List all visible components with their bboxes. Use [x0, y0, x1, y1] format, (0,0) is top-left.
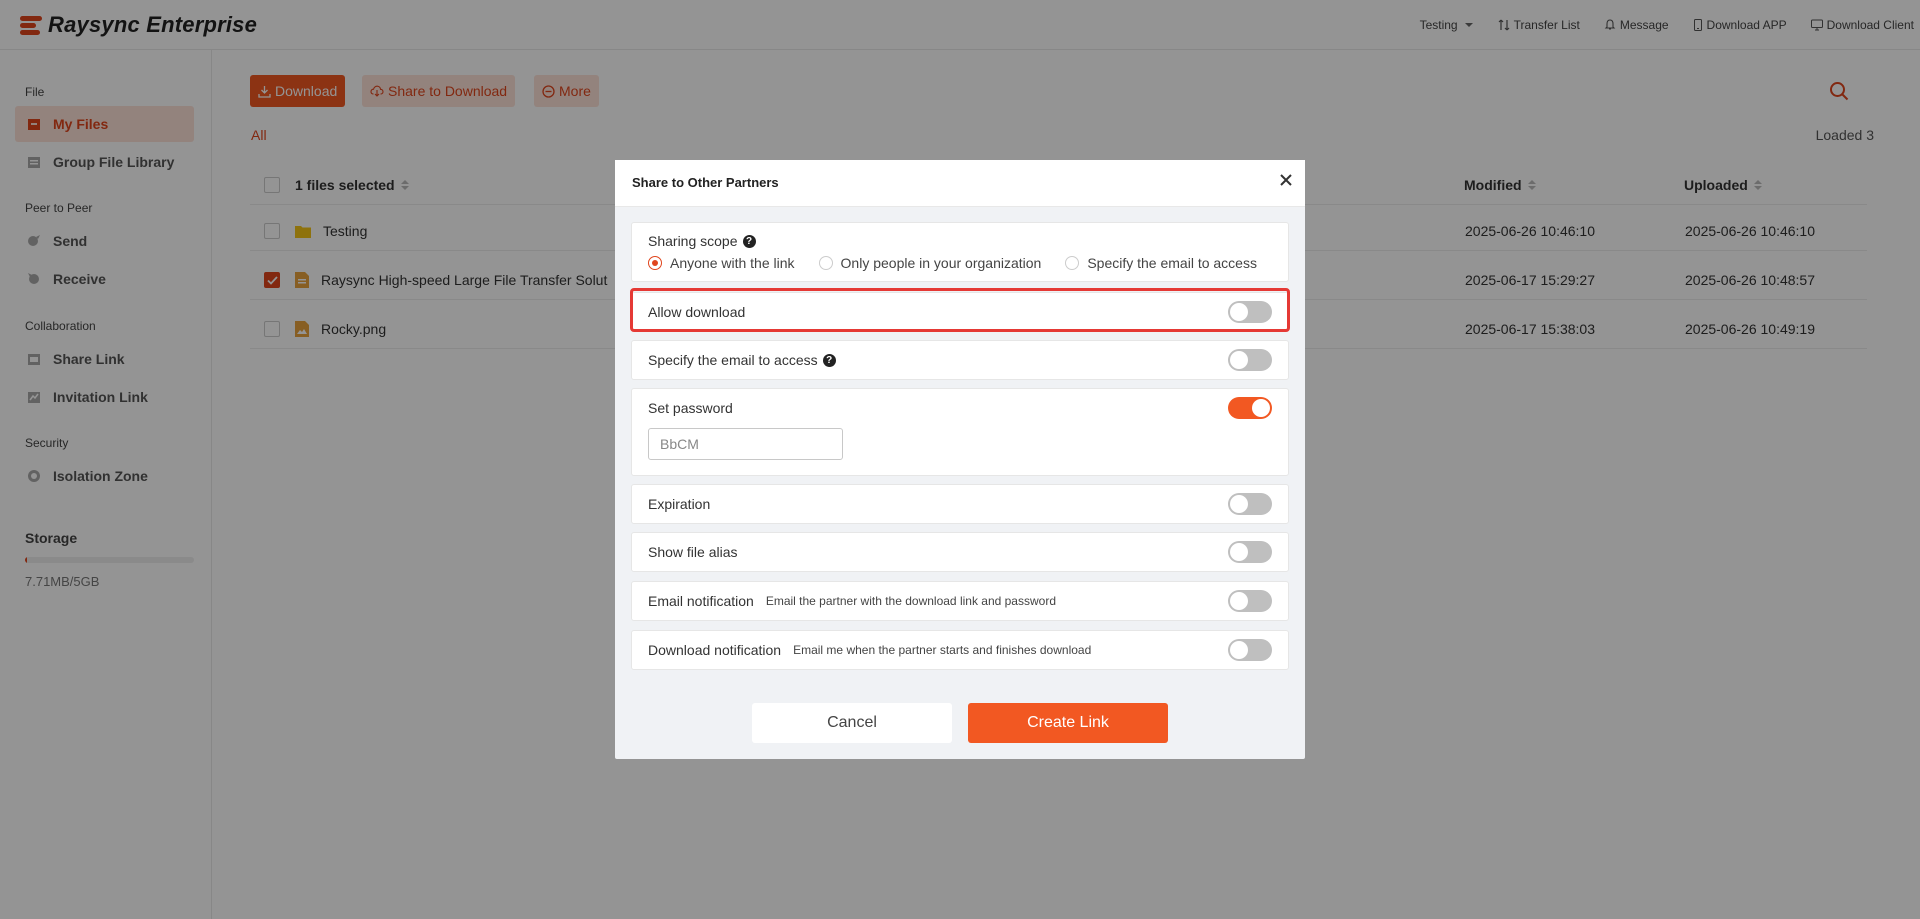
password-input[interactable]	[648, 428, 843, 460]
email-notification-desc: Email the partner with the download link…	[765, 594, 1056, 608]
sharing-scope-text: Sharing scope	[648, 233, 738, 249]
download-notification-toggle[interactable]	[1228, 639, 1272, 661]
specify-email-label: Specify the email to access ?	[648, 352, 836, 368]
help-icon[interactable]: ?	[742, 234, 756, 248]
sharing-scope-options: Anyone with the link Only people in your…	[648, 255, 1281, 271]
expiration-label: Expiration	[648, 496, 711, 512]
download-notification-label: Download notification Email me when the …	[648, 642, 1091, 658]
sharing-scope-label: Sharing scope ?	[648, 233, 756, 249]
radio-label: Only people in your organization	[840, 255, 1042, 271]
show-alias-label: Show file alias	[648, 544, 738, 560]
expiration-toggle[interactable]	[1228, 493, 1272, 515]
set-password-row: Set password	[631, 388, 1289, 476]
expiration-row: Expiration	[631, 484, 1289, 524]
dialog-header: Share to Other Partners	[615, 160, 1305, 207]
close-button[interactable]	[1279, 173, 1293, 192]
set-password-toggle[interactable]	[1228, 397, 1272, 419]
help-icon[interactable]: ?	[822, 353, 836, 367]
email-notification-label: Email notification Email the partner wit…	[648, 593, 1056, 609]
email-notification-toggle[interactable]	[1228, 590, 1272, 612]
close-icon	[1280, 174, 1292, 186]
download-notification-text: Download notification	[648, 642, 782, 658]
radio-specify-email[interactable]: Specify the email to access	[1065, 255, 1257, 271]
radio-anyone-with-link[interactable]: Anyone with the link	[648, 255, 795, 271]
radio-label: Anyone with the link	[670, 255, 795, 271]
specify-email-toggle[interactable]	[1228, 349, 1272, 371]
highlight-box	[630, 288, 1290, 332]
download-notification-row: Download notification Email me when the …	[631, 630, 1289, 670]
radio-organization-only[interactable]: Only people in your organization	[818, 255, 1042, 271]
set-password-label: Set password	[648, 400, 733, 416]
create-link-button[interactable]: Create Link	[968, 703, 1168, 743]
radio-label: Specify the email to access	[1087, 255, 1257, 271]
specify-email-row: Specify the email to access ?	[631, 340, 1289, 380]
show-alias-row: Show file alias	[631, 532, 1289, 572]
share-dialog: Share to Other Partners Sharing scope ? …	[615, 160, 1305, 759]
download-notification-desc: Email me when the partner starts and fin…	[793, 643, 1092, 657]
show-alias-toggle[interactable]	[1228, 541, 1272, 563]
email-notification-text: Email notification	[648, 593, 754, 609]
email-notification-row: Email notification Email the partner wit…	[631, 581, 1289, 621]
specify-email-text: Specify the email to access	[648, 352, 818, 368]
dialog-title: Share to Other Partners	[632, 175, 779, 190]
cancel-button[interactable]: Cancel	[752, 703, 952, 743]
sharing-scope-section: Sharing scope ? Anyone with the link Onl…	[631, 222, 1289, 282]
